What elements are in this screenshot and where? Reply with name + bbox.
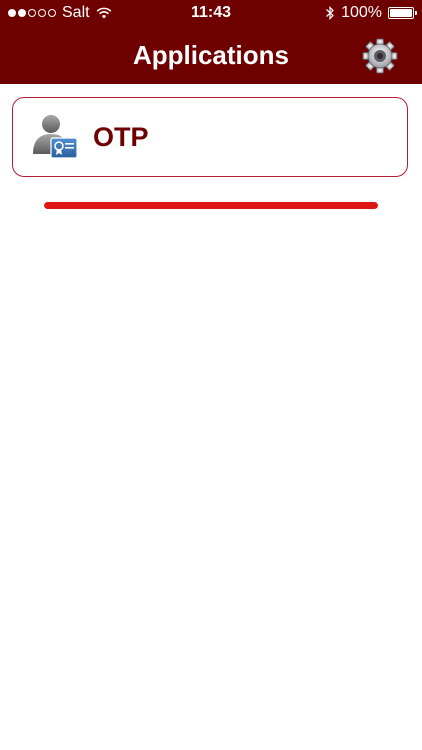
app-item-otp[interactable]: OTP (12, 97, 408, 177)
app-item-label: OTP (93, 122, 149, 152)
nav-bar: Applications (0, 28, 422, 84)
status-bar-right: 100% (325, 4, 417, 22)
bluetooth-icon (326, 6, 334, 20)
battery-level (390, 9, 412, 17)
battery-percentage: 100% (341, 4, 382, 21)
screen: Salt 11:43 100% Applications OTP (0, 0, 422, 750)
gear-icon (362, 38, 398, 74)
settings-button[interactable] (362, 38, 398, 74)
progress-bar-fill (44, 202, 378, 209)
user-certificate-icon (33, 115, 78, 159)
page-title: Applications (132, 40, 289, 70)
status-bar: Salt 11:43 100% (0, 0, 422, 28)
progress-bar (44, 202, 378, 209)
battery-icon (388, 7, 417, 19)
